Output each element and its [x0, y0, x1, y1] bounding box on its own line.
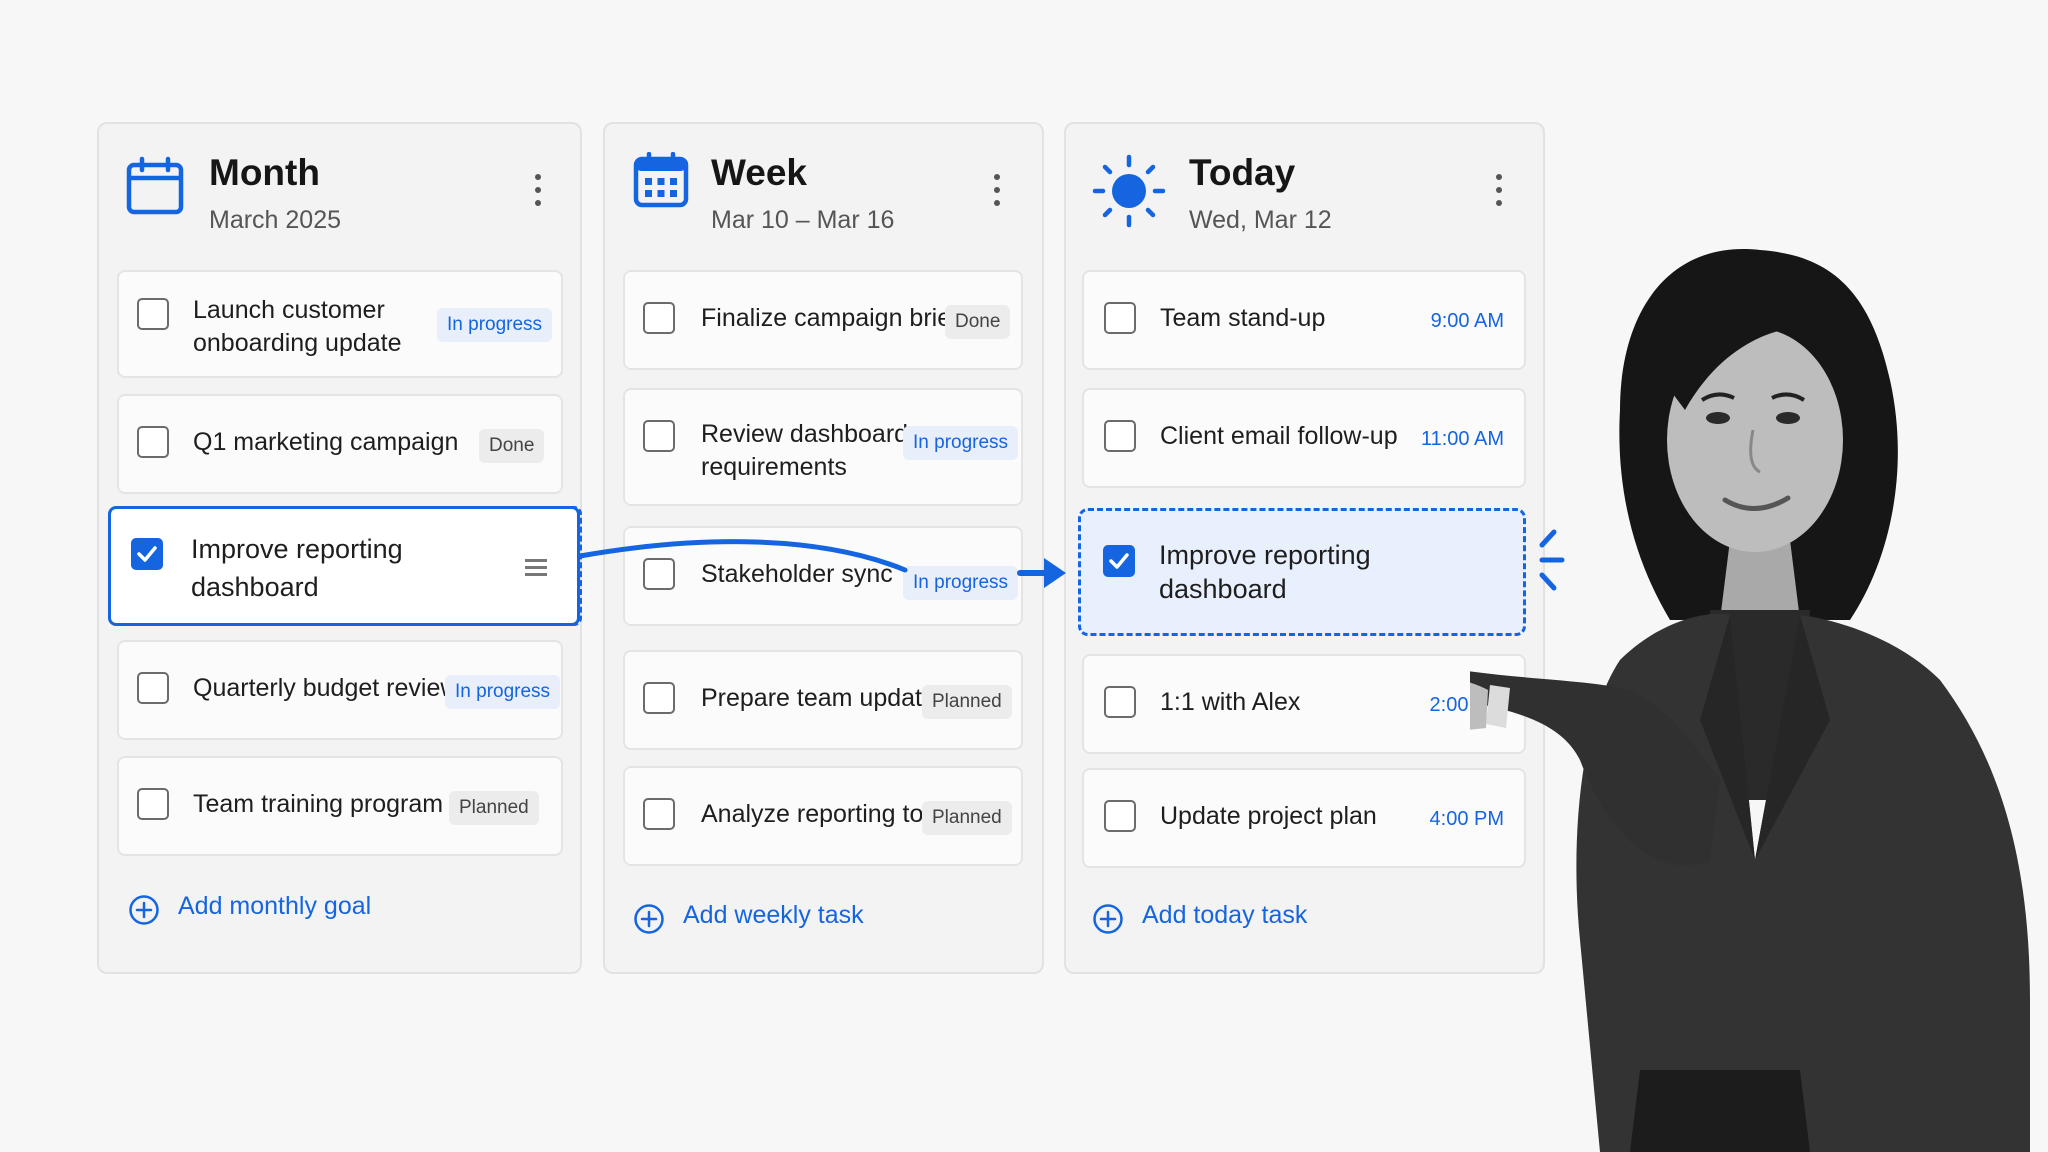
add-monthly-goal-button[interactable]: Add monthly goal — [128, 892, 448, 928]
check-icon — [137, 546, 157, 562]
today-drop-target[interactable]: Improve reporting dashboard — [1078, 508, 1526, 636]
today-more-icon[interactable] — [1489, 170, 1509, 210]
month-column-header: Month March 2025 — [99, 124, 580, 264]
week-column-header: Week Mar 10 – Mar 16 — [605, 124, 1042, 264]
add-weekly-task-label: Add weekly task — [683, 901, 864, 929]
month-title: Month — [209, 152, 320, 193]
check-icon — [1109, 553, 1129, 569]
month-task-card-dragging[interactable]: Improve reporting dashboard — [108, 506, 580, 626]
week-task-card[interactable]: Stakeholder sync In progress — [623, 526, 1023, 626]
status-badge: Planned — [922, 685, 1012, 719]
month-subtitle: March 2025 — [209, 206, 342, 234]
week-task-card[interactable]: Review dashboard requirements In progres… — [623, 388, 1023, 506]
add-today-task-label: Add today task — [1142, 901, 1308, 929]
status-badge: Done — [945, 305, 1011, 339]
plus-circle-icon — [129, 895, 159, 925]
status-badge: In progress — [903, 426, 1019, 460]
week-task-label: Finalize campaign brief — [701, 304, 959, 332]
plus-circle-icon — [634, 904, 664, 934]
month-task-label-line2: onboarding update — [193, 329, 402, 357]
week-task-label: Stakeholder sync — [701, 560, 893, 588]
month-task-card[interactable]: Quarterly budget review In progress — [117, 640, 563, 740]
today-task-checkbox-checked[interactable] — [1103, 545, 1135, 577]
today-task-checkbox[interactable] — [1104, 800, 1136, 832]
month-task-checkbox[interactable] — [137, 672, 169, 704]
month-task-card[interactable]: Launch customer onboarding update In pro… — [117, 270, 563, 378]
month-more-icon[interactable] — [528, 170, 548, 210]
week-task-checkbox[interactable] — [643, 302, 675, 334]
today-task-card[interactable]: 1:1 with Alex 2:00 PM — [1082, 654, 1526, 754]
status-badge: In progress — [437, 308, 553, 342]
plus-circle-icon — [1093, 904, 1123, 934]
month-task-checkbox[interactable] — [137, 426, 169, 458]
week-more-icon[interactable] — [987, 170, 1007, 210]
week-task-label: Prepare team update — [701, 684, 936, 712]
month-task-label-line1: Improve reporting — [191, 534, 403, 564]
month-task-checkbox[interactable] — [137, 788, 169, 820]
month-task-checkbox-checked[interactable] — [131, 538, 163, 570]
week-task-card[interactable]: Analyze reporting tools Planned — [623, 766, 1023, 866]
status-badge: Done — [479, 429, 545, 463]
month-task-label: Q1 marketing campaign — [193, 428, 459, 456]
calendar-grid-icon — [633, 152, 689, 208]
drag-handle-icon[interactable] — [525, 559, 547, 577]
presenter-illustration — [1470, 249, 2030, 1152]
month-task-label-line2: dashboard — [191, 572, 319, 602]
week-task-label-line1: Review dashboard — [701, 420, 909, 448]
week-task-checkbox[interactable] — [643, 420, 675, 452]
week-subtitle: Mar 10 – Mar 16 — [711, 206, 895, 234]
month-task-checkbox[interactable] — [137, 298, 169, 330]
month-task-card[interactable]: Team training program Planned — [117, 756, 563, 856]
today-task-label-line1: Improve reporting — [1159, 540, 1371, 570]
week-task-label: Analyze reporting tools — [701, 800, 956, 828]
today-task-checkbox[interactable] — [1104, 420, 1136, 452]
sun-icon — [1092, 154, 1166, 228]
week-task-card[interactable]: Prepare team update Planned — [623, 650, 1023, 750]
week-task-checkbox[interactable] — [643, 558, 675, 590]
today-task-card[interactable]: Update project plan 4:00 PM — [1082, 768, 1526, 868]
month-task-label: Quarterly budget review — [193, 674, 459, 702]
today-task-checkbox[interactable] — [1104, 686, 1136, 718]
add-monthly-goal-label: Add monthly goal — [178, 892, 372, 920]
status-badge: Planned — [449, 791, 539, 825]
week-task-checkbox[interactable] — [643, 682, 675, 714]
week-task-checkbox[interactable] — [643, 798, 675, 830]
calendar-icon — [126, 156, 184, 215]
today-task-label: Update project plan — [1160, 802, 1377, 830]
week-title: Week — [711, 152, 807, 193]
today-task-label: Team stand-up — [1160, 304, 1326, 332]
today-title: Today — [1189, 152, 1296, 193]
today-task-label: Client email follow-up — [1160, 422, 1398, 450]
today-task-card[interactable]: Client email follow-up 11:00 AM — [1082, 388, 1526, 488]
today-task-label-line2: dashboard — [1159, 574, 1287, 604]
status-badge: In progress — [903, 566, 1019, 600]
add-today-task-button[interactable]: Add today task — [1092, 901, 1412, 937]
today-subtitle: Wed, Mar 12 — [1189, 206, 1332, 234]
week-task-card[interactable]: Finalize campaign brief Done — [623, 270, 1023, 370]
status-badge: In progress — [445, 675, 561, 709]
week-task-label-line2: requirements — [701, 453, 847, 481]
status-badge: Planned — [922, 801, 1012, 835]
today-task-checkbox[interactable] — [1104, 302, 1136, 334]
today-task-card[interactable]: Team stand-up 9:00 AM — [1082, 270, 1526, 370]
today-task-label: 1:1 with Alex — [1160, 688, 1301, 716]
month-task-card[interactable]: Q1 marketing campaign Done — [117, 394, 563, 494]
drag-arrow-head-icon — [1044, 558, 1066, 588]
month-task-label-line1: Launch customer — [193, 296, 385, 324]
add-weekly-task-button[interactable]: Add weekly task — [633, 901, 953, 937]
month-task-label: Team training program — [193, 790, 444, 818]
